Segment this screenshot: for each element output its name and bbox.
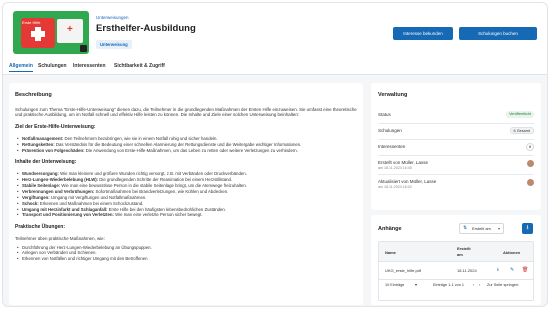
tab-interessenten[interactable]: Interessenten xyxy=(73,63,106,69)
list-item: Vergiftungen: Umgang mit Vergiftungen un… xyxy=(15,195,357,201)
col-name[interactable]: Name xyxy=(385,250,396,255)
list-item: Verbrennungen und Verbrühungen: Sofortma… xyxy=(15,189,357,195)
interest-button[interactable]: Interesse bekunden xyxy=(393,27,453,40)
contents-list: Wundversorgung: Wie man kleinere und grö… xyxy=(15,171,357,218)
chevron-right-icon[interactable]: › xyxy=(479,283,480,288)
list-item: Herz-Lungen-Wiederbelebung (HLW): Die gr… xyxy=(15,177,357,183)
list-item: Notfallmanagement: Den Teilnehmern bezub… xyxy=(15,136,357,142)
list-item: Prävention von Folgeschäden: Die Anwendu… xyxy=(15,148,357,154)
pagination: 10 Einträge ▾ Einträge 1-1 von 1 ‹ › Zur… xyxy=(379,280,533,292)
trainings-count-badge[interactable]: 6 Gesamt xyxy=(509,126,534,134)
edit-icon[interactable]: ✎ xyxy=(510,267,514,273)
breadcrumb[interactable]: Unterweisungen xyxy=(96,15,129,21)
interested-row: Interessenten 8 xyxy=(378,140,534,156)
attachments-heading: Anhänge xyxy=(378,226,402,232)
book-trainings-button[interactable]: Schulungen buchen xyxy=(459,27,537,40)
goals-list: Notfallmanagement: Den Teilnehmern bezub… xyxy=(15,136,357,153)
download-icon[interactable]: ⭳ xyxy=(497,267,499,273)
list-item: Wundversorgung: Wie man kleinere und grö… xyxy=(15,171,357,177)
page-size-select[interactable]: 10 Einträge xyxy=(385,283,404,288)
goto-page-label[interactable]: Zur Seite springen: xyxy=(487,283,519,288)
trainings-row: Schulungen 6 Gesamt xyxy=(378,124,534,140)
list-item: Durchführung der Herz-Lungen-Wiederbeleb… xyxy=(15,245,357,251)
sort-label: Erstellt am xyxy=(472,226,491,231)
updated-row: Aktualisiert von Müller, Lasse am 18.11.… xyxy=(378,175,534,194)
file-date: 18.11.2024 xyxy=(457,268,477,273)
avatar xyxy=(527,178,534,186)
contents-heading: Inhalte der Unterweisung: xyxy=(15,159,77,166)
attachments-panel: Anhänge ⇅ Erstellt am ▾ ⭳ Name Erstellt … xyxy=(371,215,541,305)
upload-icon[interactable]: ⭳ xyxy=(522,223,533,234)
status-label: Status xyxy=(378,111,391,117)
col-created[interactable]: Erstellt xyxy=(457,246,471,251)
created-date: am 18.11.2024 15:45 xyxy=(378,165,412,170)
app-window: Erste Hilfe + Unterweisungen Ersthelfer-… xyxy=(2,2,548,307)
description-heading: Beschreibung xyxy=(15,92,52,98)
chevron-down-icon: ▾ xyxy=(497,226,500,231)
list-item: Erkennen von Notfällen und richtiger Umg… xyxy=(15,256,357,262)
delete-icon[interactable]: 🗑 xyxy=(522,267,528,273)
tab-allgemein[interactable]: Allgemein xyxy=(9,63,33,73)
type-badge: Unterweisung xyxy=(96,40,132,49)
attachments-table: Name Erstellt am Aktionen UKG_erste_hilf… xyxy=(378,241,534,301)
entries-range: Einträge 1-1 von 1 xyxy=(433,283,465,287)
updated-by-label: Aktualisiert von Müller, Lasse xyxy=(378,178,437,184)
list-item: Anlegen von Verbänden und Schienen. xyxy=(15,250,357,256)
list-item: Stabile Seitenlage: Wie man eine bewusst… xyxy=(15,183,357,189)
status-badge: Veröffentlicht xyxy=(506,110,534,118)
table-header: Name Erstellt am Aktionen xyxy=(379,242,533,262)
list-item: Umgang mit Herzinfarkt und Schlaganfall:… xyxy=(15,207,357,213)
tab-bar: Allgemein Schulungen Interessenten Sicht… xyxy=(3,59,547,75)
table-row: UKG_erste_hilfe.pdf 18.11.2024 ⭳ ✎ 🗑 xyxy=(379,262,533,280)
list-item: Schock: Erkennen und Maßnahmen bei einem… xyxy=(15,201,357,207)
management-panel: Verwaltung Status Veröffentlicht Schulun… xyxy=(371,83,541,210)
practice-heading: Praktische Übungen: xyxy=(15,223,66,230)
management-heading: Verwaltung xyxy=(378,92,408,98)
created-row: Erstellt von Müller, Lasse am 18.11.2024… xyxy=(378,156,534,175)
interested-label: Interessenten xyxy=(378,143,406,149)
sort-select[interactable]: ⇅ Erstellt am ▾ xyxy=(459,223,504,234)
page-title: Ersthelfer-Ausbildung xyxy=(96,23,196,34)
trainings-label: Schulungen xyxy=(378,127,402,133)
goals-heading: Ziel der Erste-Hilfe-Unterweisung: xyxy=(15,123,96,130)
chevron-down-icon: ▾ xyxy=(415,283,417,287)
list-item: Transport und Positionierung von Verletz… xyxy=(15,212,357,218)
first-aid-card-icon: + xyxy=(57,19,83,43)
practice-list: Durchführung der Herz-Lungen-Wiederbeleb… xyxy=(15,245,357,262)
description-intro: Schulungen zum Thema "Erste-Hilfe-Unterw… xyxy=(15,106,357,118)
course-thumbnail: Erste Hilfe + xyxy=(13,11,89,54)
lock-icon xyxy=(80,45,87,52)
sort-icon: ⇅ xyxy=(463,225,468,231)
status-row: Status Veröffentlicht xyxy=(378,108,534,124)
created-by-label: Erstellt von Müller, Lasse xyxy=(378,159,429,165)
interested-count-badge[interactable]: 8 xyxy=(526,142,534,151)
file-name[interactable]: UKG_erste_hilfe.pdf xyxy=(385,268,421,273)
col-created-2: am xyxy=(457,252,463,257)
col-actions: Aktionen xyxy=(503,250,521,255)
page-header: Erste Hilfe + Unterweisungen Ersthelfer-… xyxy=(3,3,547,59)
practice-intro: Teilnehmer üben praktische Maßnahmen, wi… xyxy=(15,236,105,242)
tab-schulungen[interactable]: Schulungen xyxy=(38,63,67,69)
list-item: Rettungsketten: Das Verständnis für die … xyxy=(15,142,357,148)
updated-date: am 18.11.2024 16:02 xyxy=(378,184,412,189)
description-panel: Beschreibung Schulungen zum Thema "Erste… xyxy=(9,83,363,305)
tab-sichtbarkeit[interactable]: Sichtbarkeit & Zugriff xyxy=(114,63,165,69)
first-aid-kit-icon: Erste Hilfe xyxy=(21,18,55,48)
thumbnail-label: Erste Hilfe xyxy=(22,20,41,25)
chevron-left-icon[interactable]: ‹ xyxy=(473,283,474,288)
avatar xyxy=(527,159,534,167)
